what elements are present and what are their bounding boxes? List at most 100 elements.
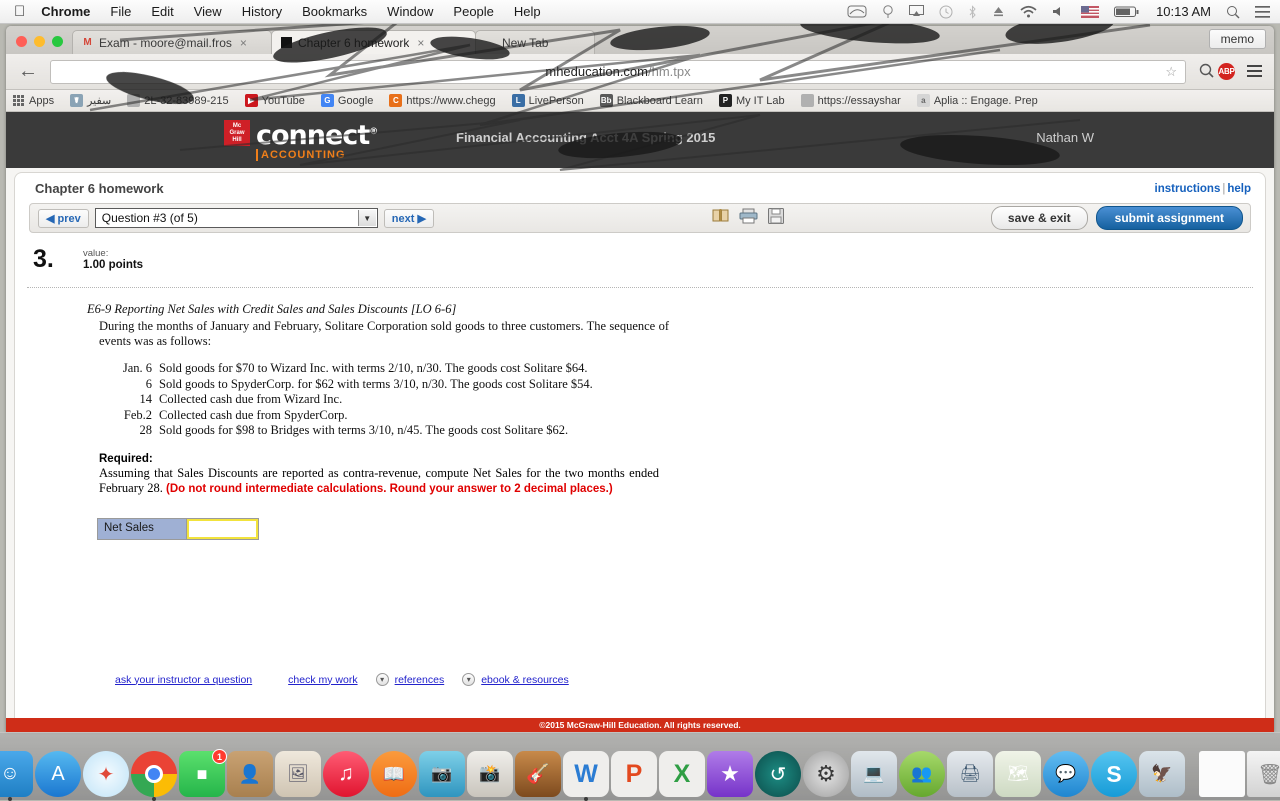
dock-item-document-stack[interactable] — [1199, 751, 1245, 797]
dock-item-hp-utility[interactable]: 🖨 — [947, 751, 993, 797]
siri-icon[interactable] — [882, 5, 894, 19]
bookmark-youtube[interactable]: ▶ YouTube — [245, 94, 305, 107]
chevron-double-down-icon[interactable]: ▾ — [462, 673, 475, 686]
dock-item-messages[interactable]: 💬 — [1043, 751, 1089, 797]
minimize-window-button[interactable] — [34, 36, 45, 47]
bookmark-essayshark[interactable]: https://essayshar — [801, 94, 901, 107]
url-host: mheducation.com — [545, 64, 648, 79]
dock-item-iphoto[interactable]: 📸 — [467, 751, 513, 797]
net-sales-input[interactable] — [193, 523, 252, 535]
dock-item-imovie[interactable]: ★ — [707, 751, 753, 797]
menu-item-history[interactable]: History — [242, 4, 282, 19]
dock-item-microsoft-powerpoint[interactable]: P — [611, 751, 657, 797]
dock-item-maps[interactable]: 🗺 — [995, 751, 1041, 797]
menu-item-chrome[interactable]: Chrome — [41, 4, 90, 19]
menu-item-help[interactable]: Help — [514, 4, 541, 19]
close-tab-icon[interactable]: × — [417, 36, 424, 50]
hamburger-menu-icon[interactable] — [1242, 64, 1266, 80]
wifi-icon[interactable] — [1020, 5, 1037, 18]
chevron-double-down-icon[interactable]: ▾ — [376, 673, 389, 686]
dock-item-trash[interactable]: 🗑 — [1247, 751, 1280, 797]
ebook-icon[interactable] — [712, 208, 729, 228]
next-question-button[interactable]: next ▶ — [384, 209, 434, 228]
bookmark-chegg[interactable]: C https://www.chegg — [389, 94, 495, 107]
dock-item-itunes[interactable]: ♫ — [323, 751, 369, 797]
bookmark-apps[interactable]: Apps — [12, 94, 54, 107]
address-bar[interactable]: mheducation.com/hm.tpx ☆ — [50, 60, 1186, 84]
help-link[interactable]: help — [1227, 183, 1251, 195]
bookmark-star-icon[interactable]: ☆ — [1165, 64, 1177, 80]
memo-button[interactable]: memo — [1209, 29, 1266, 49]
menu-item-window[interactable]: Window — [387, 4, 433, 19]
maximize-window-button[interactable] — [52, 36, 63, 47]
dock-item-microsoft-excel[interactable]: X — [659, 751, 705, 797]
bookmark-safeer[interactable]: ☤ سفير — [70, 94, 111, 107]
close-tab-icon[interactable]: × — [240, 36, 247, 50]
adblock-plus-icon[interactable]: ABP — [1218, 63, 1242, 80]
search-icon[interactable] — [1226, 5, 1240, 19]
eject-icon[interactable] — [992, 5, 1005, 18]
flag-us-icon[interactable] — [1081, 6, 1099, 18]
close-window-button[interactable] — [16, 36, 27, 47]
submit-assignment-button[interactable]: submit assignment — [1096, 206, 1243, 230]
dock-item-system-preferences[interactable]: ⚙ — [803, 751, 849, 797]
browser-tab-chapter6-homework[interactable]: Chapter 6 homework × — [271, 30, 476, 54]
instructions-link[interactable]: instructions — [1155, 183, 1221, 195]
bluetooth-icon[interactable] — [968, 5, 977, 19]
bookmark-code[interactable]: 2L-32-83989-215 — [127, 94, 228, 107]
back-arrow-icon[interactable]: ← — [14, 60, 42, 83]
newtab-icon — [484, 36, 497, 49]
menu-item-edit[interactable]: Edit — [151, 4, 173, 19]
trackpad-icon[interactable] — [847, 5, 867, 18]
apple-menu-icon[interactable]:  — [14, 4, 25, 19]
dock-item-preview[interactable]: 🖼 — [275, 751, 321, 797]
prev-question-button[interactable]: ◀ prev — [38, 209, 89, 228]
dock-item-ibooks[interactable]: 📖 — [371, 751, 417, 797]
menu-item-view[interactable]: View — [194, 4, 222, 19]
bookmark-my-it-lab[interactable]: P My IT Lab — [719, 94, 785, 107]
search-icon[interactable] — [1194, 63, 1218, 81]
net-sales-input-cell[interactable] — [187, 519, 258, 539]
dock-item-chrome[interactable] — [131, 751, 177, 797]
dock-item-messenger[interactable]: 👥 — [899, 751, 945, 797]
required-label: Required: — [99, 452, 659, 467]
dock-item-time-machine[interactable]: ↺ — [755, 751, 801, 797]
save-and-exit-button[interactable]: save & exit — [991, 206, 1088, 230]
ebook-resources-link[interactable]: ebook & resources — [481, 674, 569, 686]
menu-item-bookmarks[interactable]: Bookmarks — [302, 4, 367, 19]
dock-item-garageband[interactable]: 🎸 — [515, 751, 561, 797]
bookmark-label: https://essayshar — [818, 95, 901, 107]
dock-item-microsoft-word[interactable]: W — [563, 751, 609, 797]
check-my-work-link[interactable]: check my work — [288, 674, 357, 686]
volume-icon[interactable] — [1052, 5, 1066, 18]
dock-item-photo-booth[interactable]: 📷 — [419, 751, 465, 797]
dock-item-contacts[interactable]: 👤 — [227, 751, 273, 797]
dock-item-skype[interactable]: S — [1091, 751, 1137, 797]
time-machine-icon[interactable] — [939, 5, 953, 19]
bookmark-liveperson[interactable]: L LivePerson — [512, 94, 584, 107]
notification-center-icon[interactable] — [1255, 6, 1270, 18]
chevron-down-icon[interactable]: ▼ — [358, 210, 376, 226]
save-icon[interactable] — [768, 208, 784, 229]
dock-item-finder[interactable]: ☺ — [0, 751, 33, 797]
bookmark-blackboard-learn[interactable]: Bb Blackboard Learn — [600, 94, 703, 107]
print-icon[interactable] — [739, 208, 758, 229]
menu-item-file[interactable]: File — [110, 4, 131, 19]
toolbar-icon-group — [712, 208, 784, 229]
browser-tab-gmail[interactable]: M Exam - moore@mail.fros × — [72, 30, 272, 54]
assignment-card: Chapter 6 homework instructions|help ◀ p… — [14, 172, 1266, 720]
dock-item-app-store[interactable]: A — [35, 751, 81, 797]
dock-item-mail-preview[interactable]: 🦅 — [1139, 751, 1185, 797]
dock-item-facetime[interactable]: ■1 — [179, 751, 225, 797]
airplay-icon[interactable] — [909, 5, 924, 18]
battery-icon[interactable] — [1114, 6, 1140, 18]
bookmark-google[interactable]: G Google — [321, 94, 373, 107]
bookmark-aplia[interactable]: a Aplia :: Engage. Prep — [917, 94, 1038, 107]
browser-tab-new-tab[interactable]: New Tab — [475, 30, 595, 54]
references-link[interactable]: references — [395, 674, 445, 686]
dock-item-remote-desktop[interactable]: 💻 — [851, 751, 897, 797]
menu-item-people[interactable]: People — [453, 4, 493, 19]
ask-instructor-link[interactable]: ask your instructor a question — [115, 674, 252, 686]
dock-item-safari[interactable]: ✦ — [83, 751, 129, 797]
question-selector-dropdown[interactable]: Question #3 (of 5) ▼ — [95, 208, 378, 228]
